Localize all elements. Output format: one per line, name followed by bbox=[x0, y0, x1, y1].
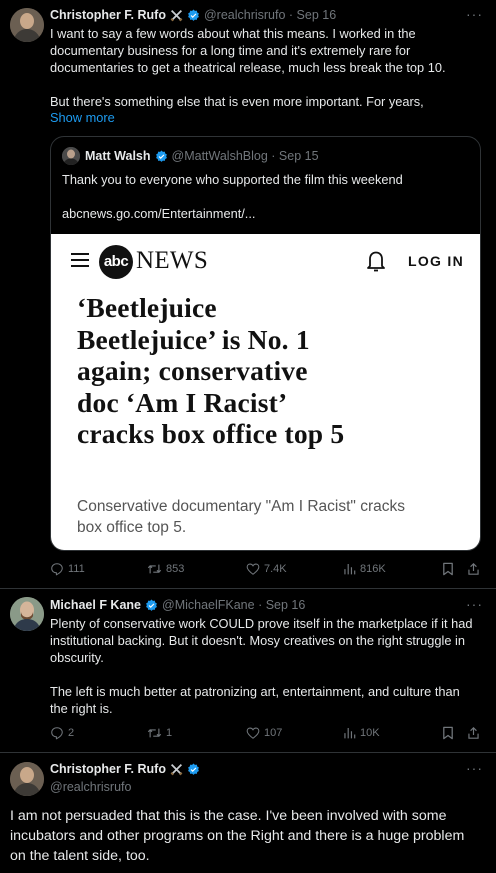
swords-emoji-icon bbox=[170, 9, 183, 21]
abc-logo: abc bbox=[99, 245, 133, 279]
repost-count: 853 bbox=[166, 563, 185, 575]
tweet-text-line: I want to say a few words about what thi… bbox=[50, 26, 416, 41]
reply-icon bbox=[51, 563, 63, 576]
tweet-text-line: incubators and other programs on the Rig… bbox=[10, 828, 465, 844]
heart-icon bbox=[246, 563, 260, 575]
headline-line: doc ‘Am I Racist’ bbox=[77, 386, 288, 418]
bookmark-icon[interactable] bbox=[442, 562, 454, 576]
verified-badge-icon bbox=[146, 599, 157, 611]
handle-and-time[interactable]: @realchrisrufo · Sep 16 bbox=[204, 8, 336, 22]
quoted-text: Thank you to everyone who supported the … bbox=[62, 172, 403, 187]
views-chart-icon bbox=[344, 563, 356, 575]
headline-line: again; conservative bbox=[77, 355, 308, 386]
tweet-text-line bbox=[50, 76, 490, 93]
avatar[interactable] bbox=[10, 8, 44, 42]
views-button[interactable]: 10K bbox=[343, 726, 380, 739]
more-options-icon[interactable]: ··· bbox=[466, 596, 483, 612]
author-name[interactable]: Christopher F. Rufo bbox=[50, 8, 166, 22]
tweet-text-line: But there's something else that is even … bbox=[50, 94, 424, 109]
verified-badge-icon bbox=[155, 150, 167, 162]
like-count: 7.4K bbox=[264, 563, 287, 575]
avatar[interactable] bbox=[10, 597, 44, 631]
avatar-image-icon bbox=[10, 8, 44, 42]
tweet-divider bbox=[0, 588, 496, 589]
views-button[interactable]: 816K bbox=[343, 562, 386, 575]
like-button[interactable]: 107 bbox=[246, 726, 282, 740]
tweet-text: Plenty of conservative work COULD prove … bbox=[50, 615, 490, 717]
tweet-text-line: The left is much better at patronizing a… bbox=[50, 684, 460, 699]
reply-count: 111 bbox=[68, 563, 85, 575]
view-count: 10K bbox=[360, 726, 380, 739]
author-name[interactable]: Christopher F. Rufo bbox=[50, 762, 166, 776]
reply-button[interactable]: 2 bbox=[50, 726, 74, 740]
tweet-text-line bbox=[50, 666, 490, 683]
subheadline-line: box office top 5. bbox=[77, 519, 187, 536]
repost-button[interactable]: 853 bbox=[147, 562, 184, 576]
article-subheadline: Conservative documentary "Am I Racist" c… bbox=[77, 496, 472, 538]
tweet-text-line: I am not persuaded that this is the case… bbox=[10, 808, 447, 824]
headline-line: ‘Beetlejuice bbox=[77, 292, 217, 323]
subheadline-line: Conservative documentary "Am I Racist" c… bbox=[77, 498, 405, 515]
tweet-text-line: documentary business for a long time and… bbox=[50, 43, 411, 58]
show-more-link[interactable]: Show more bbox=[50, 110, 115, 125]
handle-and-time[interactable]: @MichaelFKane · Sep 16 bbox=[162, 598, 305, 612]
hamburger-menu-icon[interactable] bbox=[70, 252, 90, 268]
view-count: 816K bbox=[360, 562, 386, 575]
repost-icon bbox=[147, 564, 162, 574]
verified-badge-icon bbox=[188, 9, 199, 21]
repost-icon bbox=[147, 728, 162, 738]
quoted-tweet[interactable]: Matt Walsh @MattWalshBlog · Sep 15 Thank… bbox=[50, 136, 481, 551]
reply-count: 2 bbox=[68, 727, 75, 739]
avatar-image-icon bbox=[10, 597, 44, 631]
repost-count: 1 bbox=[166, 727, 173, 739]
more-options-icon[interactable]: ··· bbox=[466, 760, 483, 776]
quoted-link[interactable]: abcnews.go.com/Entertainment/... bbox=[62, 205, 255, 222]
bell-icon[interactable] bbox=[365, 249, 387, 273]
tweet-text-line: the right is. bbox=[50, 701, 113, 716]
like-button[interactable]: 7.4K bbox=[246, 562, 287, 576]
avatar-image-icon bbox=[10, 762, 44, 796]
tweet-text-line: on the talent side, too. bbox=[10, 848, 150, 864]
handle[interactable]: @realchrisrufo bbox=[50, 780, 131, 794]
heart-icon bbox=[246, 727, 260, 739]
login-button[interactable]: LOG IN bbox=[408, 253, 464, 269]
tweet-text-line: documentaries to get a theatrical releas… bbox=[50, 60, 446, 75]
news-logo-text: NEWS bbox=[136, 247, 209, 274]
swords-emoji-icon bbox=[170, 763, 183, 775]
share-icon[interactable] bbox=[467, 562, 480, 576]
tweet-text-line: Plenty of conservative work COULD prove … bbox=[50, 616, 473, 631]
tweet-divider bbox=[0, 752, 496, 753]
avatar-image-icon bbox=[62, 147, 80, 165]
link-card[interactable]: abc NEWS LOG IN ‘Beetlejuice Beetlejuice… bbox=[51, 234, 480, 550]
more-options-icon[interactable]: ··· bbox=[466, 6, 483, 22]
repost-button[interactable]: 1 bbox=[147, 726, 172, 740]
tweet-text-line: institutional backing. But it doesn't. M… bbox=[50, 633, 466, 648]
article-headline: ‘Beetlejuice Beetlejuice’ is No. 1 again… bbox=[77, 292, 472, 450]
avatar[interactable] bbox=[10, 762, 44, 796]
quoted-avatar[interactable] bbox=[62, 147, 80, 165]
quoted-author-name[interactable]: Matt Walsh bbox=[85, 149, 151, 163]
headline-line: Beetlejuice’ is No. 1 bbox=[77, 323, 310, 355]
verified-badge-icon bbox=[188, 763, 199, 775]
views-chart-icon bbox=[344, 727, 356, 739]
reply-button[interactable]: 111 bbox=[50, 562, 85, 576]
headline-line: cracks box office top 5 bbox=[77, 418, 345, 449]
reply-icon bbox=[51, 727, 63, 740]
like-count: 107 bbox=[264, 727, 283, 739]
tweet-text: I am not persuaded that this is the case… bbox=[10, 806, 490, 866]
tweet-text-line: obscurity. bbox=[50, 650, 104, 665]
quoted-handle-and-time[interactable]: @MattWalshBlog · Sep 15 bbox=[172, 149, 319, 163]
tweet-text: I want to say a few words about what thi… bbox=[50, 25, 490, 110]
share-icon[interactable] bbox=[467, 726, 480, 740]
author-name[interactable]: Michael F Kane bbox=[50, 598, 141, 612]
bookmark-icon[interactable] bbox=[442, 726, 454, 740]
